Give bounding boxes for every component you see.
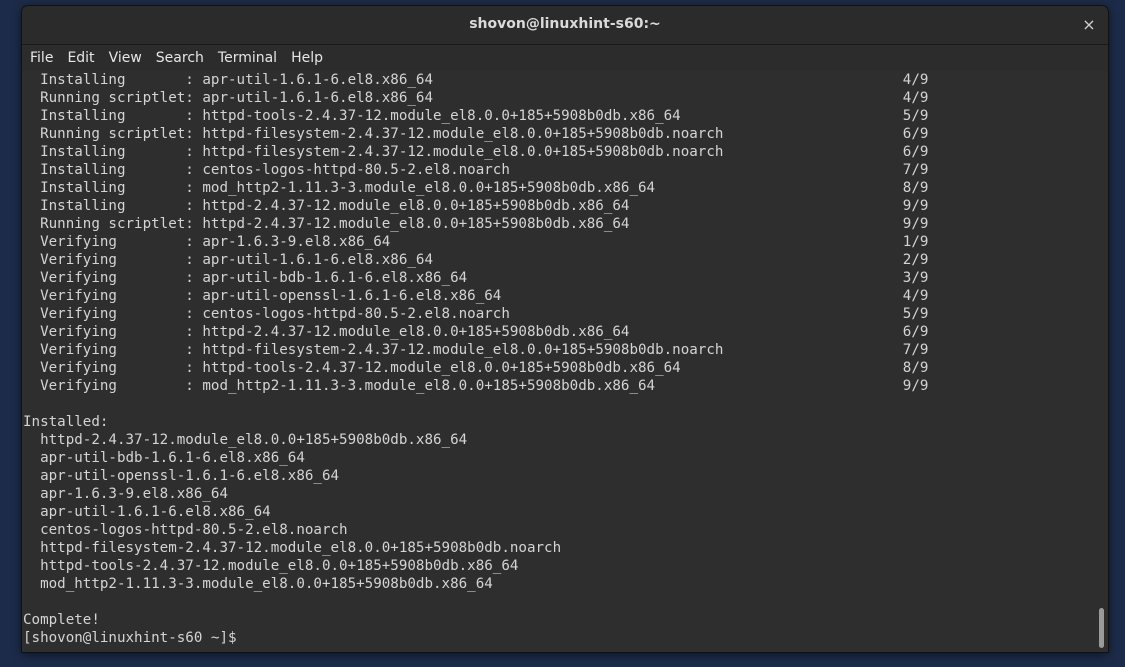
- scrollbar-thumb[interactable]: [1099, 608, 1104, 648]
- terminal-line: Installing : httpd-filesystem-2.4.37-12.…: [23, 144, 929, 160]
- terminal-line: Verifying : centos-logos-httpd-80.5-2.el…: [23, 306, 929, 322]
- terminal-text: Installing : apr-util-1.6.1-6.el8.x86_64…: [22, 71, 1094, 647]
- terminal-line: Installing : apr-util-1.6.1-6.el8.x86_64…: [23, 72, 929, 88]
- terminal-line: Installing : mod_http2-1.11.3-3.module_e…: [23, 180, 929, 196]
- terminal-line: Verifying : apr-util-openssl-1.6.1-6.el8…: [23, 288, 929, 304]
- terminal-line: Installing : httpd-tools-2.4.37-12.modul…: [23, 108, 929, 124]
- terminal-line: Running scriptlet: httpd-filesystem-2.4.…: [23, 126, 929, 142]
- menu-file[interactable]: File: [22, 45, 60, 71]
- terminal-line: Verifying : httpd-2.4.37-12.module_el8.0…: [23, 324, 929, 340]
- menu-bar: File Edit View Search Terminal Help: [22, 45, 1108, 71]
- terminal-window[interactable]: shovon@linuxhint-s60:~ × File Edit View Sea…: [22, 6, 1108, 652]
- terminal-line: Verifying : apr-1.6.3-9.el8.x86_64 1/9: [23, 234, 929, 250]
- terminal-line: Installing : httpd-2.4.37-12.module_el8.…: [23, 198, 929, 214]
- terminal-output[interactable]: Installing : apr-util-1.6.1-6.el8.x86_64…: [22, 71, 1094, 652]
- terminal-line: Complete!: [23, 612, 100, 628]
- window-title: shovon@linuxhint-s60:~: [469, 16, 661, 32]
- terminal-line: Running scriptlet: httpd-2.4.37-12.modul…: [23, 216, 929, 232]
- desktop-background: shovon@linuxhint-s60:~ × File Edit View Sea…: [0, 0, 1125, 667]
- terminal-line: apr-util-bdb-1.6.1-6.el8.x86_64: [23, 450, 305, 466]
- close-icon[interactable]: ×: [1078, 14, 1100, 36]
- terminal-line: apr-util-openssl-1.6.1-6.el8.x86_64: [23, 468, 340, 484]
- menu-search[interactable]: Search: [149, 45, 211, 71]
- scrollbar[interactable]: [1094, 71, 1108, 652]
- terminal-line: httpd-tools-2.4.37-12.module_el8.0.0+185…: [23, 558, 519, 574]
- terminal-line: apr-util-1.6.1-6.el8.x86_64: [23, 504, 271, 520]
- terminal-line: apr-1.6.3-9.el8.x86_64: [23, 486, 228, 502]
- menu-help[interactable]: Help: [284, 45, 330, 71]
- terminal-line: Verifying : mod_http2-1.11.3-3.module_el…: [23, 378, 929, 394]
- terminal-line: Installed:: [23, 414, 109, 430]
- terminal-line: mod_http2-1.11.3-3.module_el8.0.0+185+59…: [23, 576, 493, 592]
- menu-edit[interactable]: Edit: [60, 45, 101, 71]
- terminal-line: centos-logos-httpd-80.5-2.el8.noarch: [23, 522, 348, 538]
- terminal-line: httpd-2.4.37-12.module_el8.0.0+185+5908b…: [23, 432, 468, 448]
- terminal-line: Verifying : httpd-tools-2.4.37-12.module…: [23, 360, 929, 376]
- terminal-line: Verifying : apr-util-1.6.1-6.el8.x86_64 …: [23, 252, 929, 268]
- terminal-line: [shovon@linuxhint-s60 ~]$: [23, 630, 246, 646]
- terminal-line: httpd-filesystem-2.4.37-12.module_el8.0.…: [23, 540, 562, 556]
- terminal-line: Running scriptlet: apr-util-1.6.1-6.el8.…: [23, 90, 929, 106]
- menu-terminal[interactable]: Terminal: [211, 45, 284, 71]
- terminal-line: Verifying : apr-util-bdb-1.6.1-6.el8.x86…: [23, 270, 929, 286]
- title-bar[interactable]: shovon@linuxhint-s60:~ ×: [22, 6, 1108, 45]
- menu-view[interactable]: View: [102, 45, 149, 71]
- terminal-line: Verifying : httpd-filesystem-2.4.37-12.m…: [23, 342, 929, 358]
- terminal-line: Installing : centos-logos-httpd-80.5-2.e…: [23, 162, 929, 178]
